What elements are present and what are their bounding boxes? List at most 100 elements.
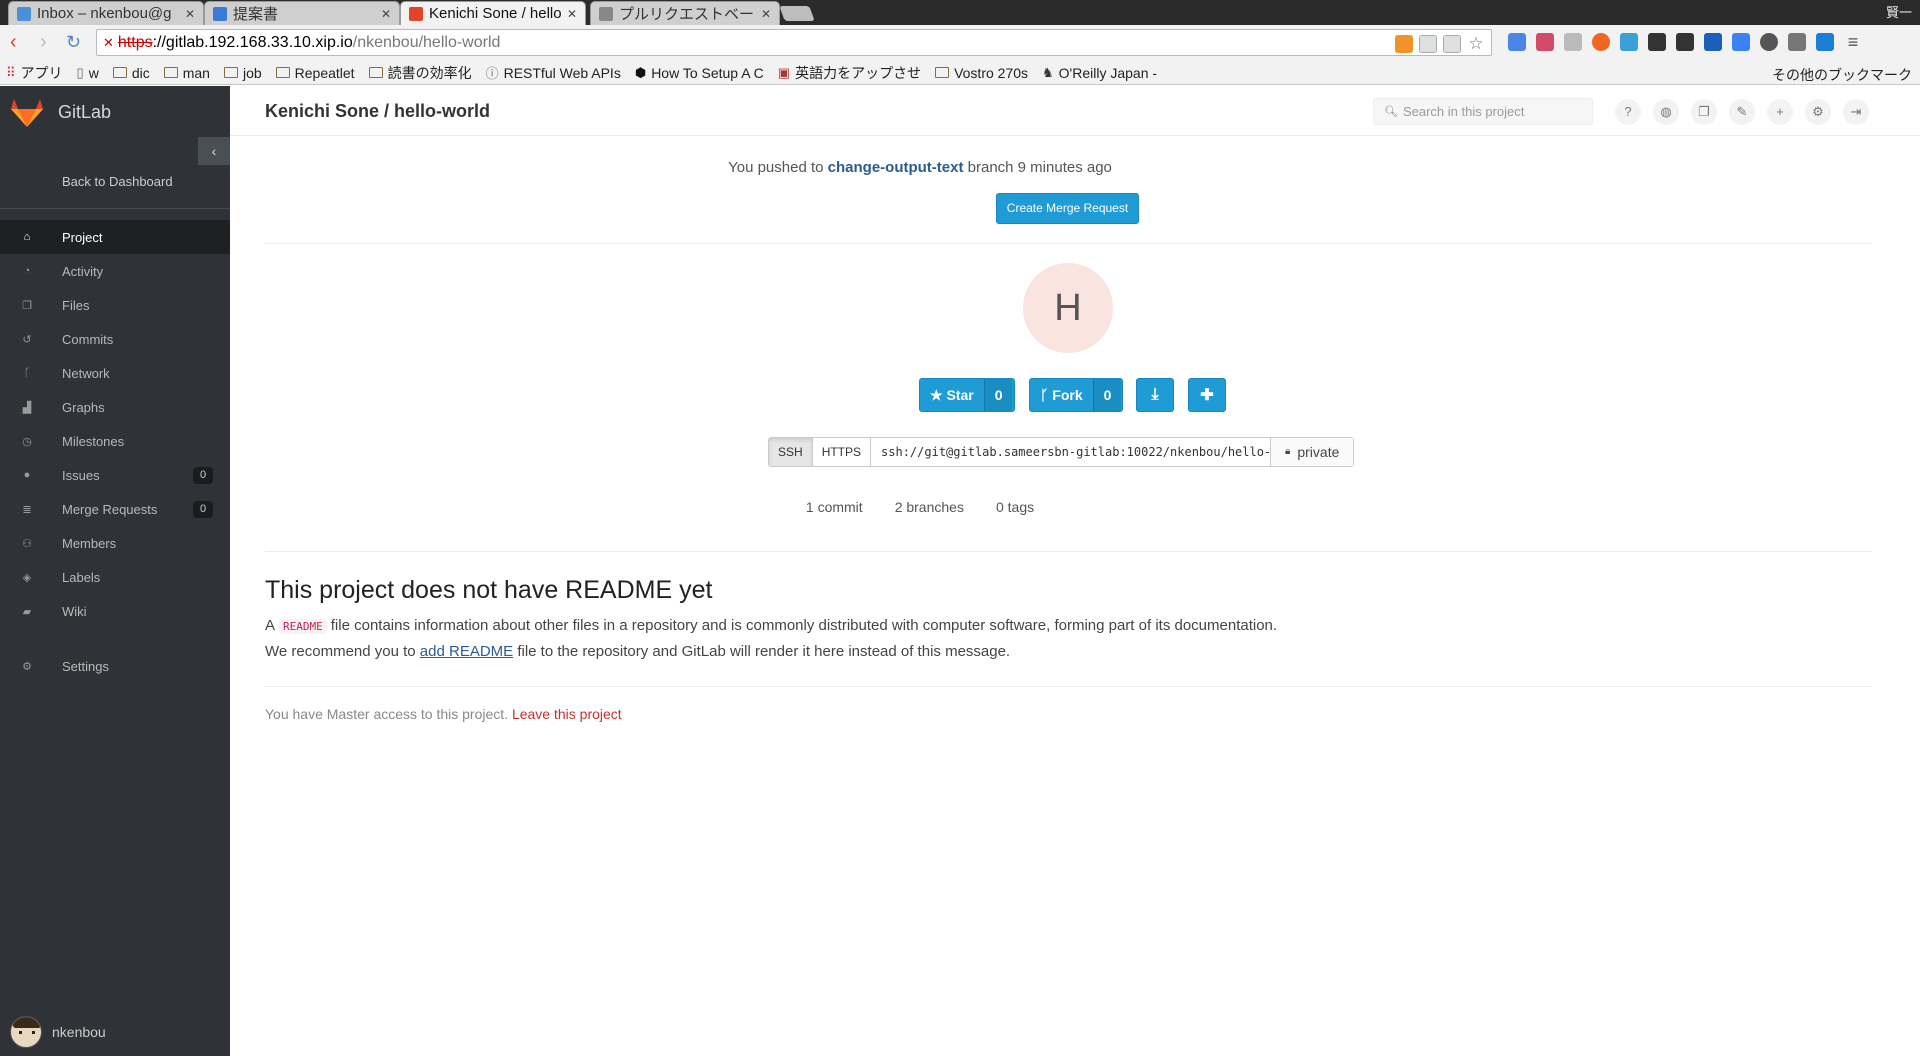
clip-extension-icon[interactable] (1676, 33, 1694, 51)
address-bar[interactable]: ✕ https://gitlab.192.168.33.10.xip.io/nk… (96, 29, 1492, 56)
hatena-bookmark-icon[interactable] (1704, 33, 1722, 51)
back-to-dashboard-link[interactable]: Back to Dashboard (62, 174, 173, 189)
evernote-extension-icon[interactable] (1648, 33, 1666, 51)
new-tab-button[interactable] (779, 6, 815, 21)
cog-icon[interactable]: ⚙ (1805, 99, 1831, 125)
bookmark-job[interactable]: job (223, 65, 262, 81)
sign-out-icon[interactable]: ⇥ (1843, 99, 1869, 125)
wrench-icon[interactable]: ✎ (1729, 99, 1755, 125)
sidebar-item-project[interactable]: ⌂ Project (0, 220, 230, 254)
bookmark-label: アプリ (20, 64, 63, 81)
add-menu-button[interactable]: ✚ (1188, 378, 1226, 412)
sidebar-item-milestones[interactable]: ◷ Milestones (0, 424, 230, 458)
branches-link[interactable]: 2 branches (895, 499, 964, 515)
back-arrow-icon[interactable]: ‹ (10, 32, 17, 52)
chat-extension-icon[interactable] (1620, 33, 1638, 51)
bookmark-dic[interactable]: dic (112, 65, 150, 81)
browser-tab-inbox[interactable]: Inbox – nkenbou@g ✕ (8, 1, 204, 25)
sidebar-item-label: Files (62, 297, 90, 313)
close-icon[interactable]: ✕ (567, 7, 577, 21)
folder-icon (163, 67, 178, 78)
reload-icon[interactable]: ↻ (66, 32, 81, 52)
bookmark-man[interactable]: man (163, 65, 210, 81)
sidebar-item-wiki[interactable]: ▰ Wiki (0, 594, 230, 628)
search-input[interactable]: 🔍︎ Search in this project (1373, 98, 1593, 125)
current-user[interactable]: nkenbou (10, 1016, 106, 1048)
bookmark-w[interactable]: ▯ w (77, 65, 99, 81)
add-readme-link[interactable]: add README (420, 643, 513, 660)
sidebar-item-graphs[interactable]: ▟ Graphs (0, 390, 230, 424)
https-toggle[interactable]: HTTPS (812, 438, 872, 466)
bookmark-oreilly[interactable]: ♞ O'Reilly Japan - (1042, 65, 1157, 81)
cast-icon[interactable] (1788, 33, 1806, 51)
pocket-extension-icon[interactable] (1536, 33, 1554, 51)
fork-button[interactable]: ᚴ Fork 0 (1029, 378, 1123, 412)
close-icon[interactable]: ✕ (381, 7, 391, 21)
clone-url-input[interactable]: ssh://git@gitlab.sameersbn-gitlab:10022/… (871, 438, 1272, 466)
sidebar-item-commits[interactable]: ↺ Commits (0, 322, 230, 356)
translate-icon[interactable] (1443, 35, 1461, 53)
bookmark-reading[interactable]: 読書の効率化 (368, 63, 472, 83)
browser-tab-pr[interactable]: プルリクエストベースの ✕ (590, 1, 780, 25)
inbox-favicon-icon (17, 6, 31, 21)
menu-icon[interactable]: ≡ (1844, 33, 1862, 51)
create-merge-request-button[interactable]: Create Merge Request (996, 193, 1139, 224)
screenshot-extension-icon[interactable] (1816, 33, 1834, 51)
insecure-icon: ✕ (103, 34, 114, 50)
browser-tab-gitlab[interactable]: Kenichi Sone / hello- ✕ (400, 1, 586, 25)
sidebar-item-activity[interactable]: ◔ Activity (0, 254, 230, 288)
other-bookmarks[interactable]: その他のブックマーク (1772, 65, 1912, 85)
download-button[interactable]: ⤓ (1136, 378, 1174, 412)
leave-project-link[interactable]: Leave this project (512, 706, 622, 722)
tasks-icon: ≣ (22, 503, 32, 516)
divider (265, 551, 1872, 552)
translate-extension-icon[interactable] (1508, 33, 1526, 51)
sidebar-item-labels[interactable]: ◈ Labels (0, 560, 230, 594)
url-path: /nkenbou/hello-world (352, 33, 501, 51)
comment-extension-icon[interactable] (1732, 33, 1750, 51)
home-icon: ⌂ (23, 231, 31, 243)
globe-icon[interactable]: ◍ (1653, 99, 1679, 125)
forward-arrow-icon[interactable]: › (40, 32, 47, 52)
close-icon[interactable]: ✕ (185, 7, 195, 21)
collapse-sidebar-button[interactable]: ‹ (198, 137, 230, 165)
sidebar-item-label: Merge Requests (62, 501, 158, 517)
page-action-icon[interactable] (1419, 35, 1437, 53)
branch-link[interactable]: change-output-text (828, 159, 964, 176)
browser-tab-doc[interactable]: 提案書 ✕ (204, 1, 400, 25)
divider (265, 686, 1872, 687)
bookmark-howto[interactable]: ⬢ How To Setup A C (635, 65, 764, 81)
folder-icon (275, 67, 290, 78)
question-icon[interactable]: ? (1615, 99, 1641, 125)
sidebar-item-settings[interactable]: ⚙ Settings (0, 649, 230, 683)
sidebar-item-merge-requests[interactable]: ≣ Merge Requests 0 (0, 492, 230, 526)
bookmark-repeatlet[interactable]: Repeatlet (275, 65, 355, 81)
bookmark-english[interactable]: ▣ 英語力をアップさせ (778, 63, 921, 83)
readme-text: file to the repository and GitLab will r… (517, 643, 1011, 660)
sidebar-item-network[interactable]: ᚴ Network (0, 356, 230, 390)
copy-icon[interactable]: ❐ (1691, 99, 1717, 125)
sidebar-item-files[interactable]: ❐ Files (0, 288, 230, 322)
search-placeholder: Search in this project (1402, 104, 1525, 119)
page-title[interactable]: Kenichi Sone / hello-world (265, 101, 490, 122)
sync-extension-icon[interactable] (1760, 33, 1778, 51)
commits-link[interactable]: 1 commit (806, 499, 863, 515)
tags-link[interactable]: 0 tags (996, 499, 1034, 515)
bookmark-apps[interactable]: ⠿ アプリ (6, 63, 63, 83)
feedly-extension-icon[interactable] (1592, 33, 1610, 51)
ssh-toggle[interactable]: SSH (769, 438, 813, 466)
close-icon[interactable]: ✕ (761, 7, 771, 21)
shield-extension-icon[interactable] (1564, 33, 1582, 51)
browser-profile-name[interactable]: 賢一 (1886, 2, 1912, 21)
bookmark-restful[interactable]: ⓘ RESTful Web APIs (486, 63, 621, 82)
star-button[interactable]: ★ Star 0 (919, 378, 1015, 412)
book-icon: ▰ (22, 605, 32, 618)
sidebar-item-issues[interactable]: ● Issues 0 (0, 458, 230, 492)
sidebar-item-members[interactable]: ⚇ Members (0, 526, 230, 560)
sidebar-header[interactable]: GitLab (0, 86, 230, 138)
rss-icon[interactable] (1395, 35, 1413, 53)
bookmark-vostro[interactable]: Vostro 270s (935, 65, 1028, 81)
readme-info: A README file contains information about o… (265, 617, 1277, 634)
star-bookmark-icon[interactable]: ☆ (1467, 35, 1485, 53)
plus-icon[interactable]: + (1767, 99, 1793, 125)
